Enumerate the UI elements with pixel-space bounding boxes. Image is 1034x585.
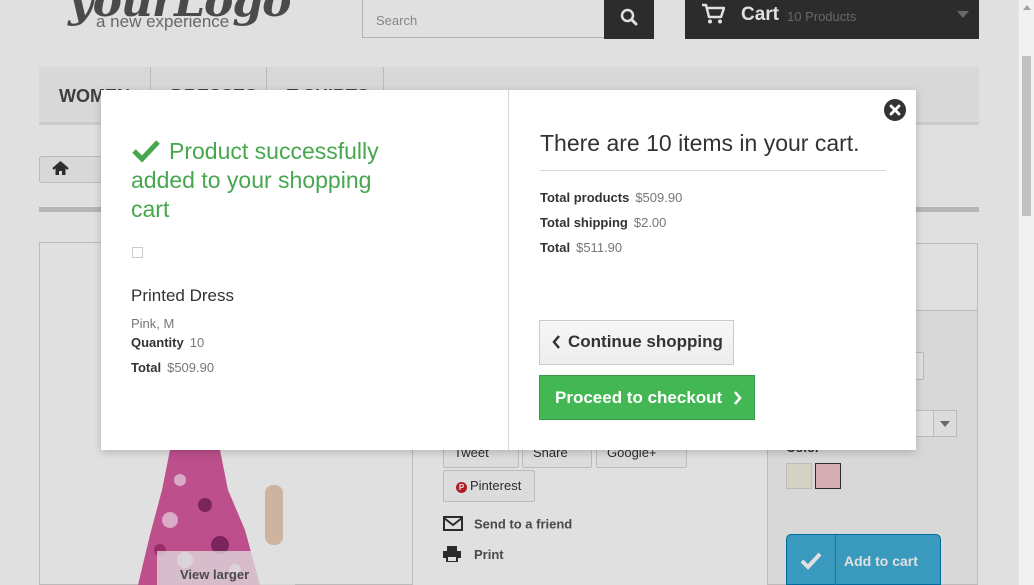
product-total-label: Total: [131, 360, 162, 375]
product-name: Printed Dress: [131, 286, 234, 305]
quantity-label: Quantity: [131, 335, 184, 350]
product-thumbnail: [132, 247, 143, 258]
total-shipping-value: $2.00: [633, 215, 667, 230]
total-shipping-label: Total shipping: [540, 215, 628, 230]
chevron-left-icon: [552, 335, 560, 349]
success-message: Product successfully added to your shopp…: [131, 138, 379, 222]
product-quantity-row: Quantity 10: [131, 335, 204, 350]
proceed-to-checkout-button[interactable]: Proceed to checkout: [539, 375, 755, 420]
proceed-to-checkout-label: Proceed to checkout: [555, 388, 723, 407]
product-total-row: Total $509.90: [131, 360, 214, 375]
grand-total-value: $511.90: [576, 240, 623, 255]
total-products-row: Total products $509.90: [540, 190, 682, 205]
total-products-label: Total products: [540, 190, 630, 205]
close-icon[interactable]: [884, 99, 906, 121]
product-page: yourLogo a new experience Cart 10 Produc…: [0, 0, 1018, 585]
total-shipping-row: Total shipping $2.00: [540, 215, 666, 230]
product-total-value: $509.90: [167, 360, 215, 375]
continue-shopping-button[interactable]: Continue shopping: [539, 320, 734, 365]
cart-summary-title: There are 10 items in your cart.: [540, 130, 886, 171]
scrollbar-thumb[interactable]: [1022, 56, 1031, 216]
product-attributes: Pink, M: [131, 316, 175, 331]
continue-shopping-label: Continue shopping: [568, 332, 723, 351]
chevron-right-icon: [734, 391, 742, 405]
vertical-scrollbar[interactable]: [1018, 0, 1034, 585]
total-products-value: $509.90: [635, 190, 683, 205]
grand-total-label: Total: [540, 240, 571, 255]
add-to-cart-modal: Product successfully added to your shopp…: [101, 90, 916, 450]
quantity-value: 10: [189, 335, 205, 350]
scroll-up-arrow-icon[interactable]: [1023, 5, 1031, 10]
modal-cart-panel: There are 10 items in your cart. Total p…: [509, 90, 916, 450]
grand-total-row: Total $511.90: [540, 240, 622, 255]
modal-product-panel: Product successfully added to your shopp…: [101, 90, 508, 450]
